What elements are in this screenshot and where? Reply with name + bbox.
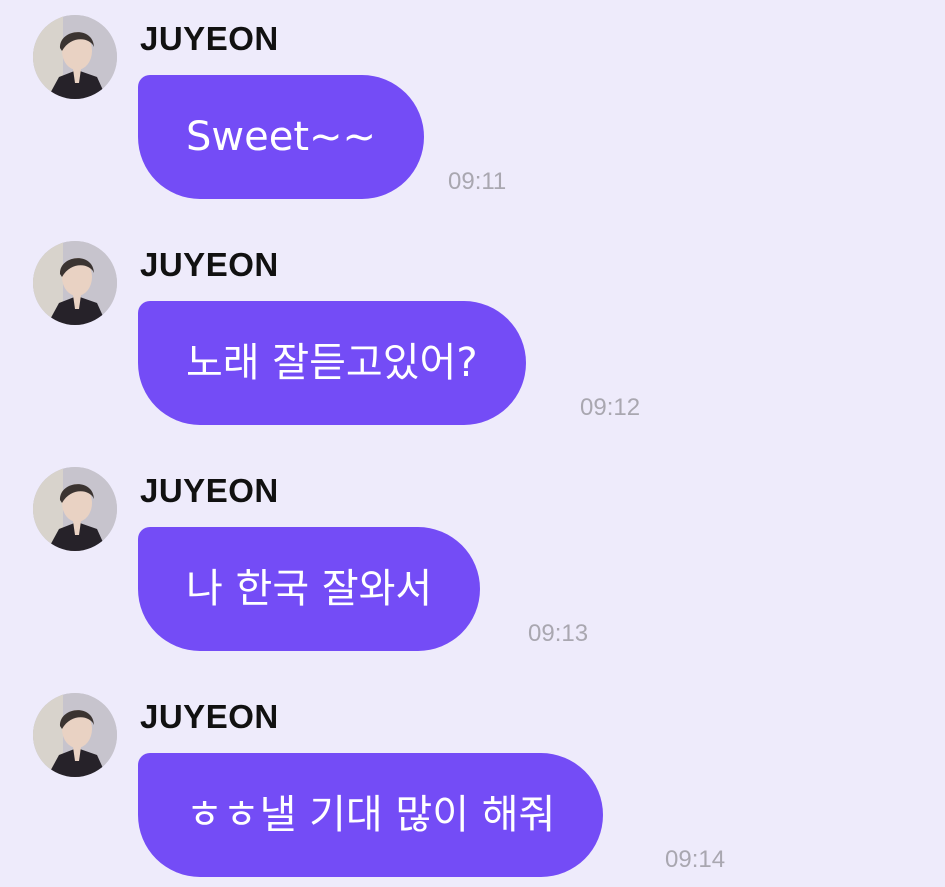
- message-timestamp: 09:11: [448, 168, 507, 195]
- avatar[interactable]: [33, 15, 117, 99]
- chat-message: JUYEON ㅎㅎ낼 기대 많이 해줘 09:14: [0, 678, 945, 878]
- avatar[interactable]: [33, 467, 117, 551]
- message-bubble[interactable]: 나 한국 잘와서: [138, 527, 481, 651]
- sender-name: JUYEON: [140, 246, 279, 283]
- message-bubble[interactable]: ㅎㅎ낼 기대 많이 해줘: [138, 753, 604, 877]
- avatar[interactable]: [33, 241, 117, 325]
- message-bubble[interactable]: Sweet~~: [138, 75, 425, 199]
- sender-name: JUYEON: [140, 20, 279, 57]
- chat-message: JUYEON 노래 잘듣고있어? 09:12: [0, 226, 945, 426]
- message-bubble[interactable]: 노래 잘듣고있어?: [138, 301, 526, 425]
- message-timestamp: 09:13: [528, 620, 589, 647]
- avatar[interactable]: [33, 693, 117, 777]
- message-timestamp: 09:14: [665, 846, 726, 873]
- profile-photo-icon: [33, 693, 117, 777]
- chat-message: JUYEON Sweet~~ 09:11: [0, 0, 945, 200]
- chat-message: JUYEON 나 한국 잘와서 09:13: [0, 452, 945, 652]
- profile-photo-icon: [33, 467, 117, 551]
- sender-name: JUYEON: [140, 698, 279, 735]
- profile-photo-icon: [33, 241, 117, 325]
- profile-photo-icon: [33, 15, 117, 99]
- sender-name: JUYEON: [140, 472, 279, 509]
- message-timestamp: 09:12: [580, 394, 641, 421]
